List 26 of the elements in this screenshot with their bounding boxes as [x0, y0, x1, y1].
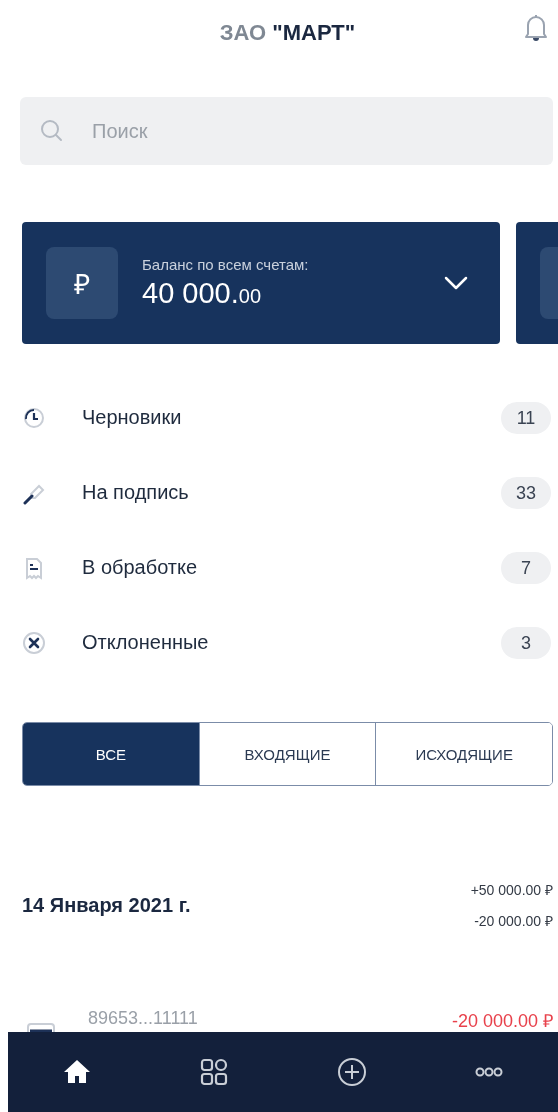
filter-tab[interactable]: ИСХОДЯЩИЕ: [375, 723, 552, 785]
status-item[interactable]: В обработке 7: [22, 552, 551, 583]
count-badge: 33: [501, 476, 551, 509]
search-field[interactable]: Поиск: [20, 97, 553, 165]
balance-card[interactable]: ₽ Баланс по всем счетам: 40 000.00: [22, 222, 500, 344]
bell-icon[interactable]: [523, 12, 549, 42]
balance-amount: 40 000.00: [142, 277, 262, 310]
chevron-down-icon[interactable]: [444, 276, 468, 290]
status-item[interactable]: Черновики 11: [22, 402, 551, 433]
count-badge: 3: [501, 626, 551, 659]
income-total: +50 000.00 ₽: [470, 881, 553, 899]
status-item[interactable]: Отклоненные 3: [22, 627, 551, 658]
company-title: ЗАО "МАРТ": [219, 20, 356, 46]
filter-tab[interactable]: ВСЕ: [23, 723, 199, 785]
balance-label: Баланс по всем счетам:: [142, 256, 310, 273]
date-heading: 14 Января 2021 г.: [22, 893, 191, 917]
count-badge: 11: [501, 401, 551, 434]
expense-total: -20 000.00 ₽: [474, 912, 553, 930]
grid-icon[interactable]: [199, 1057, 230, 1087]
count-badge: 7: [501, 551, 551, 584]
transaction-row[interactable]: 89653...11111 -20 000.00 ₽: [22, 1008, 553, 1032]
status-item[interactable]: На подпись 33: [22, 477, 551, 508]
plus-circle-icon[interactable]: [336, 1057, 367, 1087]
currency-badge: ₽: [46, 247, 118, 319]
cross-circle-icon: [22, 630, 46, 655]
clock-icon: [22, 405, 46, 430]
